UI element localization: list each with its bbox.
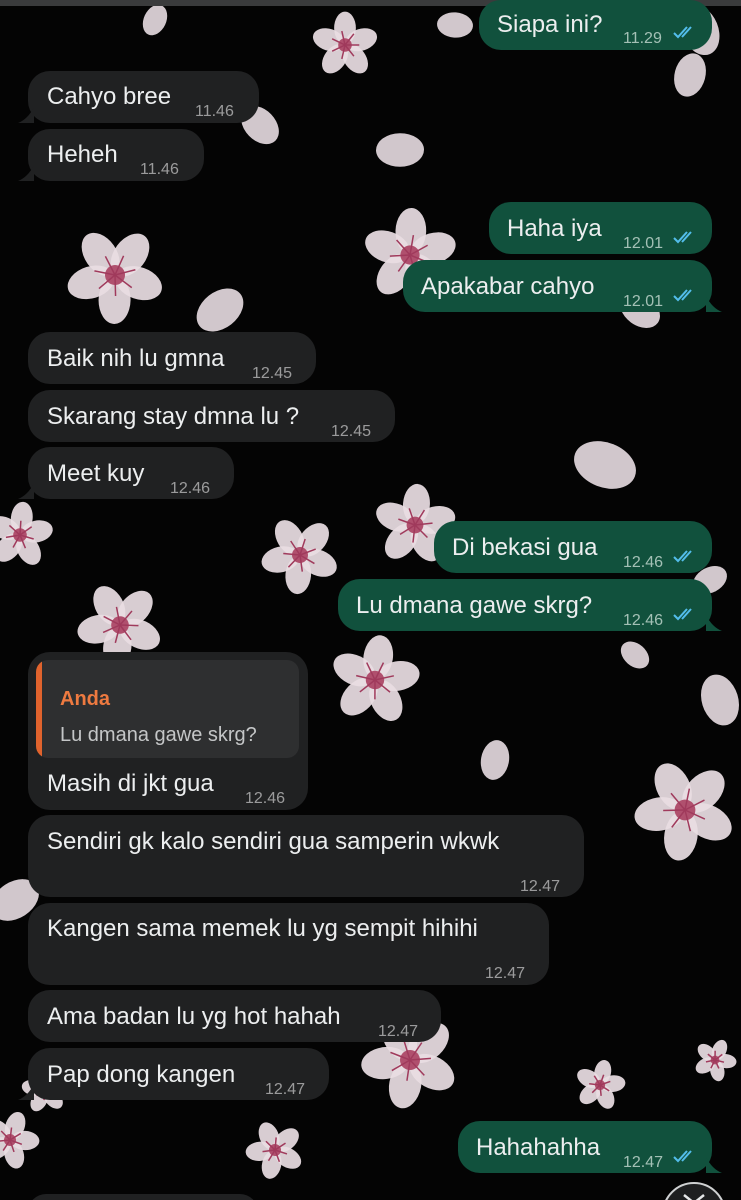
message-time: 12.46 bbox=[623, 554, 664, 571]
read-receipt-icon bbox=[673, 550, 692, 563]
message-time: 12.45 bbox=[331, 423, 372, 440]
blossom-decoration bbox=[577, 1059, 626, 1109]
blossom-decoration bbox=[67, 232, 162, 324]
chat-view[interactable]: Siapa ini? 11.29 Cahyo bree 11.46 Heheh … bbox=[0, 0, 741, 1200]
message-text: Heheh bbox=[47, 141, 118, 168]
message-bubble-incoming[interactable]: Baik nih lu gmna 12.45 bbox=[28, 332, 316, 384]
blossom-decoration bbox=[0, 501, 53, 565]
bubble-tail bbox=[18, 165, 34, 181]
message-text: Ama badan lu yg hot hahah bbox=[47, 1003, 341, 1030]
message-time: 12.01 bbox=[623, 235, 664, 252]
blossom-decoration bbox=[245, 1122, 302, 1179]
message-time: 12.47 bbox=[623, 1154, 664, 1171]
message-text: Di bekasi gua bbox=[452, 534, 598, 561]
quote-author: Anda bbox=[60, 688, 110, 710]
message-text: Apakabar cahyo bbox=[421, 273, 595, 300]
message-text: Cahyo bree bbox=[47, 83, 172, 110]
petal-decoration bbox=[480, 740, 510, 780]
message-text: Skarang stay dmna lu ? bbox=[47, 403, 300, 430]
message-bubble-outgoing[interactable]: Haha iya 12.01 bbox=[489, 202, 712, 254]
bubble-tail bbox=[18, 107, 34, 123]
message-text: Baik nih lu gmna bbox=[47, 345, 225, 372]
read-receipt-icon bbox=[673, 289, 692, 302]
message-time: 11.29 bbox=[623, 30, 662, 47]
message-bubble-incoming[interactable]: Kangen sama memek lu yg sempit hihihi 12… bbox=[28, 903, 549, 985]
message-text: Lu dmana gawe skrg? bbox=[356, 592, 593, 619]
bubble-tail bbox=[18, 483, 34, 499]
blossom-decoration bbox=[695, 1039, 737, 1082]
message-bubble-incoming[interactable]: Cahyo bree 11.46 bbox=[18, 71, 259, 123]
message-bubble-incoming[interactable]: Heheh 11.46 bbox=[18, 129, 204, 181]
message-time: 12.46 bbox=[623, 612, 664, 629]
blossom-decoration bbox=[261, 520, 337, 595]
petal-decoration bbox=[574, 441, 636, 489]
message-text: Hahahahha bbox=[476, 1134, 601, 1161]
bubble-tail bbox=[706, 1157, 722, 1173]
message-bubble-incoming-reply[interactable]: Anda Lu dmana gawe skrg? Masih di jkt gu… bbox=[28, 652, 308, 810]
petal-decoration bbox=[674, 53, 706, 97]
message-bubble-incoming[interactable]: Sendiri gk kalo sendiri gua samperin wkw… bbox=[28, 815, 584, 897]
message-time: 12.47 bbox=[485, 965, 526, 982]
message-time: 12.01 bbox=[623, 293, 664, 310]
message-time: 12.47 bbox=[378, 1023, 419, 1040]
message-text: Pap dong kangen bbox=[47, 1061, 236, 1088]
message-time: 12.46 bbox=[170, 480, 211, 497]
petal-decoration bbox=[701, 674, 739, 726]
blossom-decoration bbox=[312, 11, 378, 74]
message-text: Masih di jkt gua bbox=[47, 770, 214, 797]
petal-decoration bbox=[437, 12, 473, 38]
petal-decoration bbox=[142, 4, 168, 36]
message-time: 11.46 bbox=[140, 161, 179, 178]
read-receipt-icon bbox=[673, 608, 692, 621]
message-bubble-outgoing[interactable]: Siapa ini? 11.29 bbox=[479, 0, 712, 50]
blossom-decoration bbox=[0, 1111, 40, 1169]
message-bubble-outgoing[interactable]: Apakabar cahyo 12.01 bbox=[403, 260, 722, 312]
bubble-tail bbox=[18, 1084, 34, 1100]
message-bubble-outgoing[interactable]: Di bekasi gua 12.46 bbox=[434, 521, 712, 573]
message-text: Sendiri gk kalo sendiri gua samperin wkw… bbox=[47, 828, 500, 855]
message-time: 11.46 bbox=[195, 103, 234, 120]
petal-decoration bbox=[376, 133, 424, 167]
message-text: Haha iya bbox=[507, 215, 602, 242]
message-bubble-incoming[interactable]: Ama badan lu yg hot hahah 12.47 bbox=[28, 990, 441, 1042]
read-receipt-icon bbox=[673, 231, 692, 244]
blossom-decoration bbox=[333, 635, 420, 721]
petal-decoration bbox=[620, 641, 650, 669]
message-text: Siapa ini? bbox=[497, 11, 603, 38]
message-text: Meet kuy bbox=[47, 460, 145, 487]
quote-text: Lu dmana gawe skrg? bbox=[60, 724, 257, 746]
message-time: 12.45 bbox=[252, 365, 293, 382]
message-bubble-outgoing[interactable]: Lu dmana gawe skrg? 12.46 bbox=[338, 579, 722, 631]
next-message-partial bbox=[28, 1194, 258, 1200]
message-time: 12.47 bbox=[520, 878, 561, 895]
message-text: Kangen sama memek lu yg sempit hihihi bbox=[47, 915, 478, 942]
message-bubble-incoming[interactable]: Pap dong kangen 12.47 bbox=[18, 1048, 329, 1100]
blossom-decoration bbox=[634, 763, 732, 861]
message-bubble-incoming[interactable]: Skarang stay dmna lu ? 12.45 bbox=[28, 390, 395, 442]
message-bubble-outgoing[interactable]: Hahahahha 12.47 bbox=[458, 1121, 722, 1173]
bubble-tail bbox=[706, 615, 722, 631]
chevron-down-icon bbox=[683, 1194, 705, 1200]
message-bubble-incoming[interactable]: Meet kuy 12.46 bbox=[18, 447, 234, 499]
message-time: 12.47 bbox=[265, 1081, 306, 1098]
read-receipt-icon bbox=[673, 26, 692, 39]
message-time: 12.46 bbox=[245, 790, 286, 807]
quote-accent-bar bbox=[36, 660, 42, 758]
bubble-tail bbox=[706, 296, 722, 312]
quoted-message[interactable]: Anda Lu dmana gawe skrg? bbox=[36, 660, 299, 758]
read-receipt-icon bbox=[673, 1150, 692, 1163]
